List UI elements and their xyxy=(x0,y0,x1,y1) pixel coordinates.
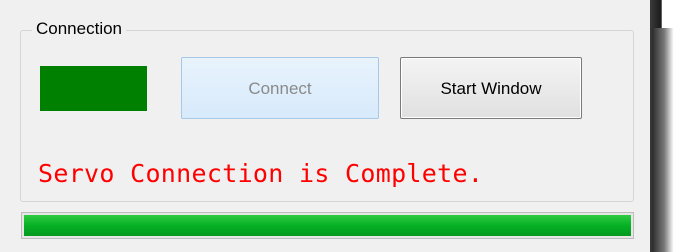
connection-status-indicator xyxy=(40,66,147,111)
start-window-button-label: Start Window xyxy=(440,78,542,98)
app-window: Connection Connect Start Window Servo Co… xyxy=(0,0,650,252)
start-window-button[interactable]: Start Window xyxy=(400,57,582,119)
connect-button-label: Connect xyxy=(248,78,312,98)
progress-bar xyxy=(21,212,634,239)
connection-group-label: Connection xyxy=(32,18,127,40)
status-message: Servo Connection is Complete. xyxy=(38,159,484,188)
progress-bar-fill xyxy=(24,215,631,236)
adjacent-panel xyxy=(652,28,683,252)
connect-button[interactable]: Connect xyxy=(181,57,379,119)
